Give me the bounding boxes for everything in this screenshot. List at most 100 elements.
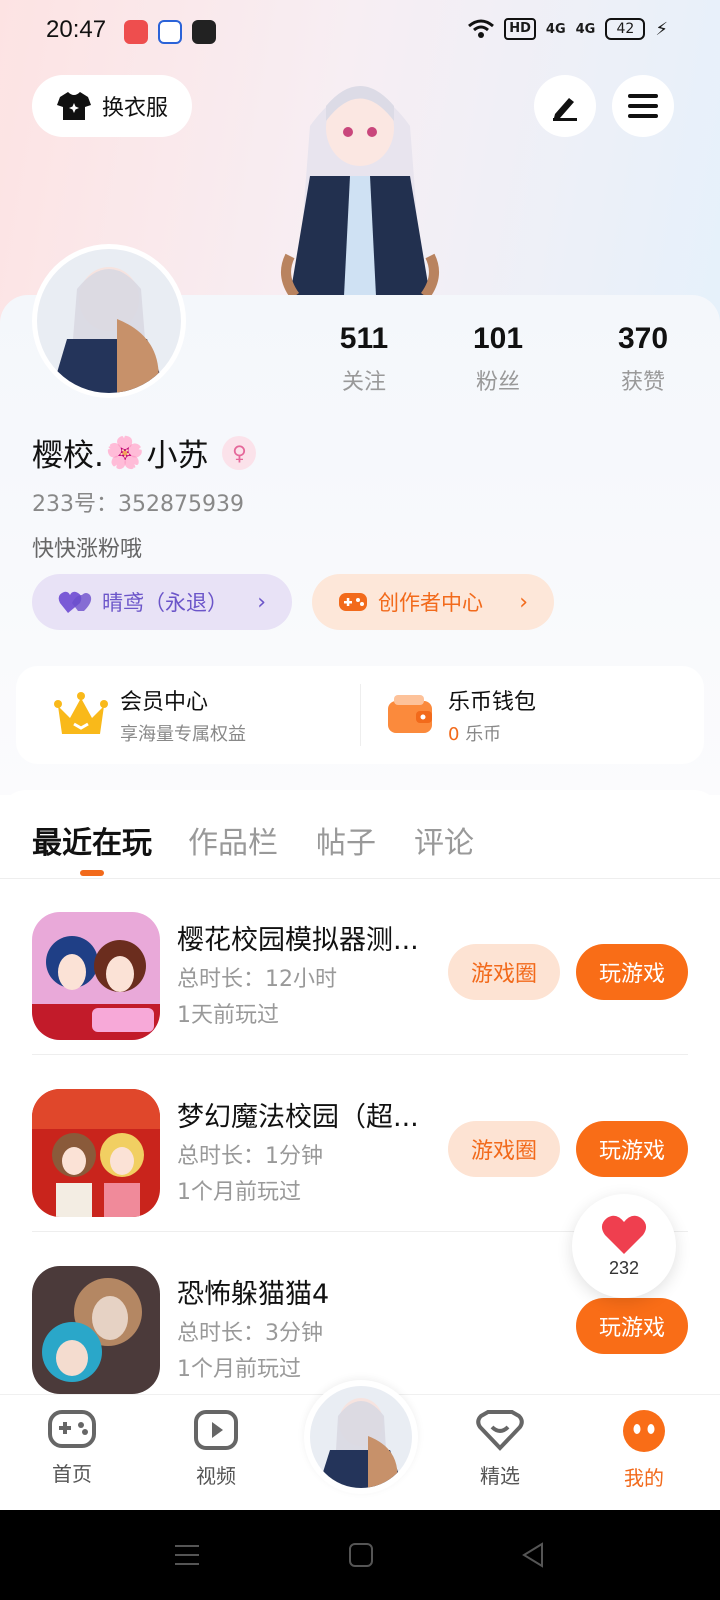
vip-center-entry[interactable]: 会员中心 享海量专属权益 <box>54 666 246 764</box>
signal-4g-2: 4G <box>575 21 596 37</box>
user-bio: 快快涨粉哦 <box>32 537 143 562</box>
divider <box>360 684 361 746</box>
signal-4g-1: 4G <box>545 21 566 37</box>
tab-works[interactable]: 作品栏 <box>188 818 278 862</box>
game-name: 恐怖躲猫猫4 <box>177 1279 330 1310</box>
game-name: 梦幻魔法校园（超... <box>177 1102 419 1133</box>
nav-featured-label: 精选 <box>480 1464 520 1488</box>
nav-video-label: 视频 <box>196 1464 236 1488</box>
coin-wallet-entry[interactable]: 乐币钱包 0 乐币 <box>386 666 536 764</box>
chevron-right-icon: › <box>257 589 266 615</box>
creator-center-button[interactable]: 创作者中心 › <box>312 574 554 630</box>
chevron-right-icon: › <box>519 589 528 615</box>
edit-profile-button[interactable] <box>534 75 596 137</box>
wallet-icon <box>388 695 432 733</box>
video-play-icon <box>194 1410 238 1450</box>
badge-button[interactable]: 晴鸢（永退） › <box>32 574 292 630</box>
avatar-3d-figure[interactable] <box>270 66 450 299</box>
tshirt-icon <box>56 92 91 120</box>
game-last-played: 1个月前玩过 <box>177 1180 301 1205</box>
pencil-icon <box>553 98 577 121</box>
game-icon <box>32 912 160 1040</box>
game-last-played: 1个月前玩过 <box>177 1357 301 1382</box>
game-last-played: 1天前玩过 <box>177 1003 279 1028</box>
system-navigation-bar <box>0 1510 720 1600</box>
recent-apps-icon[interactable] <box>174 1542 200 1568</box>
tab-comments[interactable]: 评论 <box>414 818 474 862</box>
gift-app-icon <box>192 20 216 44</box>
play-game-button[interactable]: 玩游戏 <box>576 944 688 1000</box>
gamepad-icon <box>339 593 367 611</box>
change-outfit-button[interactable]: 换衣服 <box>32 75 192 137</box>
coin-amount: 0 <box>448 724 460 745</box>
following-stat[interactable]: 511 关注 <box>304 322 424 396</box>
game-circle-button[interactable]: 游戏圈 <box>448 1121 560 1177</box>
followers-label: 粉丝 <box>475 370 520 395</box>
baidu-app-icon <box>158 20 182 44</box>
nav-home-label: 首页 <box>52 1462 92 1486</box>
game-circle-button[interactable]: 游戏圈 <box>448 944 560 1000</box>
profile-avatar[interactable] <box>32 244 186 398</box>
status-indicators: HD 4G 4G 42 ⚡ <box>468 18 668 40</box>
active-tab-indicator <box>80 870 104 876</box>
menu-button[interactable] <box>612 75 674 137</box>
home-icon[interactable] <box>348 1542 374 1568</box>
hd-indicator: HD <box>504 18 536 40</box>
game-list-item[interactable]: 樱花校园模拟器测... 总时长：12小时 1天前玩过 游戏圈 玩游戏 <box>32 878 688 1055</box>
followers-count: 101 <box>472 322 524 355</box>
status-bar: 20:47 HD 4G 4G 42 ⚡ <box>0 0 720 64</box>
status-time: 20:47 <box>46 16 107 43</box>
tab-posts[interactable]: 帖子 <box>316 818 376 862</box>
likes-stat[interactable]: 370 获赞 <box>583 322 703 396</box>
play-game-button[interactable]: 玩游戏 <box>576 1298 688 1354</box>
nickname: 樱校. 🌸 小苏 ♀ <box>32 430 257 475</box>
change-outfit-label: 换衣服 <box>101 96 168 121</box>
nickname-part1: 樱校. <box>32 438 104 474</box>
gamepad-icon <box>48 1410 96 1448</box>
menu-icon <box>628 94 658 118</box>
crown-icon <box>54 692 108 734</box>
face-icon <box>623 1410 665 1452</box>
game-name: 樱花校园模拟器测... <box>177 925 419 956</box>
floating-like-button[interactable]: 232 <box>572 1194 676 1298</box>
creator-center-label: 创作者中心 <box>378 591 483 615</box>
following-count: 511 <box>339 322 389 355</box>
membership-wallet-card: 会员中心 享海量专属权益 乐币钱包 0 乐币 <box>16 666 704 764</box>
likes-label: 获赞 <box>620 370 665 395</box>
sakura-emoji-icon: 🌸 <box>105 435 145 471</box>
vip-subtitle: 享海量专属权益 <box>120 724 246 745</box>
coin-unit: 乐币 <box>465 724 502 745</box>
female-gender-icon: ♀ <box>222 435 257 470</box>
nickname-part2: 小苏 <box>146 438 209 474</box>
game-icon <box>32 1089 160 1217</box>
user-id: 233号：352875939 <box>32 492 244 517</box>
nav-home[interactable]: 首页 <box>22 1409 122 1487</box>
battery-indicator: 42 <box>605 18 646 40</box>
game-icon <box>32 1266 160 1394</box>
tab-recently-played[interactable]: 最近在玩 <box>32 818 152 862</box>
charging-icon: ⚡ <box>655 18 668 40</box>
back-icon[interactable] <box>520 1542 546 1568</box>
wifi-icon <box>468 19 495 38</box>
heart-diamond-icon <box>476 1410 524 1451</box>
following-label: 关注 <box>341 370 386 395</box>
nav-mine-label: 我的 <box>624 1466 664 1490</box>
likes-count: 370 <box>617 322 669 355</box>
game-duration: 总时长：12小时 <box>177 967 337 992</box>
coin-wallet-title: 乐币钱包 <box>448 690 537 715</box>
play-game-button[interactable]: 玩游戏 <box>576 1121 688 1177</box>
followers-stat[interactable]: 101 粉丝 <box>438 322 558 396</box>
nav-featured[interactable]: 精选 <box>450 1409 550 1489</box>
game-duration: 总时长：1分钟 <box>177 1144 323 1169</box>
badge-label: 晴鸢（永退） <box>102 591 228 615</box>
vip-title: 会员中心 <box>120 690 209 715</box>
nav-mine[interactable]: 我的 <box>594 1409 694 1491</box>
nav-video[interactable]: 视频 <box>166 1409 266 1489</box>
double-heart-icon <box>58 591 92 613</box>
game-duration: 总时长：3分钟 <box>177 1321 323 1346</box>
nav-center-avatar[interactable] <box>304 1380 418 1494</box>
heart-icon <box>601 1215 647 1254</box>
coin-balance: 0 乐币 <box>448 720 536 746</box>
like-count: 232 <box>608 1257 640 1278</box>
music-app-icon <box>124 20 148 44</box>
